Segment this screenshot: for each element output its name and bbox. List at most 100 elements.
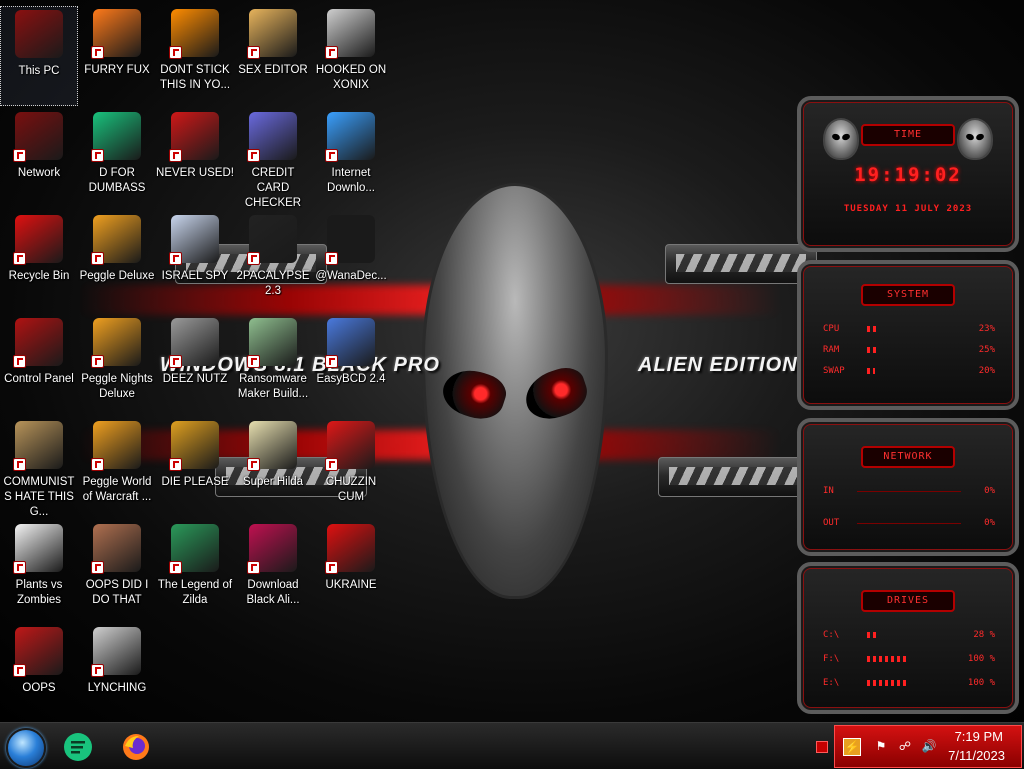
desktop-icon[interactable]: LYNCHING	[78, 624, 156, 724]
money-bag-icon	[13, 421, 63, 471]
desktop-icon[interactable]: DONT STICK THIS IN YO...	[156, 6, 234, 106]
desktop-icon[interactable]: D FOR DUMBASS	[78, 109, 156, 209]
volume-icon[interactable]: 🔊	[921, 738, 937, 754]
drives-row-value: 100 %	[967, 678, 995, 688]
network-gadget-title: NETWORK	[861, 446, 955, 468]
shortcut-arrow-icon	[247, 561, 260, 574]
desktop-icon-label: Plants vs Zombies	[15, 579, 63, 606]
drives-gadget[interactable]: DRIVES C:\ 28 % F:\ 100 % E:\ 100 %	[797, 562, 1019, 714]
desktop-icon-label: Internet Downlo...	[327, 167, 375, 194]
ransomware-icon	[247, 318, 297, 368]
desktop-icon-label: COMMUNISTS HATE THIS G...	[3, 476, 75, 518]
taskbar: ⚡ ⚑ ☍ 🔊 7:19 PM 7/11/2023	[0, 722, 1024, 769]
desktop-icon[interactable]: 2PACALYPSE 2.3	[234, 212, 312, 312]
download-globe-icon	[325, 112, 375, 162]
desktop-icon-label: 2PACALYPSE 2.3	[236, 270, 310, 297]
flag-icon[interactable]: ⚑	[873, 738, 889, 754]
credit-card-icon	[247, 112, 297, 162]
desktop-icon[interactable]: CREDIT CARD CHECKER	[234, 109, 312, 209]
shortcut-arrow-icon	[247, 46, 260, 59]
desktop-icon[interactable]: Control Panel	[0, 315, 78, 415]
desktop-icon[interactable]: FURRY FUX	[78, 6, 156, 106]
shortcut-arrow-icon	[91, 664, 104, 677]
drives-row-value: 100 %	[967, 654, 995, 664]
drives-row-label: C:\	[823, 630, 840, 640]
desktop-icon[interactable]: DIE PLEASE	[156, 418, 234, 518]
taskbar-clock-time[interactable]: 7:19 PM	[955, 729, 1003, 744]
drives-row: F:\ 100 %	[823, 652, 995, 666]
desktop-icon[interactable]: EasyBCD 2.4	[312, 315, 390, 415]
desktop-icon[interactable]: OOPS	[0, 624, 78, 724]
robot-icon	[91, 627, 141, 677]
shortcut-arrow-icon	[325, 252, 338, 265]
desktop-icon[interactable]: The Legend of Zilda	[156, 521, 234, 621]
desktop-icon-label: LYNCHING	[87, 682, 147, 694]
notification-indicator[interactable]	[816, 741, 828, 753]
taskbar-clock-date[interactable]: 7/11/2023	[948, 748, 1005, 763]
desktop-icon-label: @WanaDec...	[315, 270, 387, 282]
network-gadget[interactable]: NETWORK IN 0% OUT 0%	[797, 418, 1019, 556]
time-gadget[interactable]: TIME 19:19:02 TUESDAY 11 JULY 2023	[797, 96, 1019, 252]
shortcut-arrow-icon	[169, 355, 182, 368]
alien-orb-icon	[247, 524, 297, 574]
shortcut-arrow-icon	[325, 355, 338, 368]
desktop-icon[interactable]: Peggle Deluxe	[78, 212, 156, 312]
desktop-icon[interactable]: @WanaDec...	[312, 212, 390, 312]
stack-icon	[169, 318, 219, 368]
drives-usage-bar	[867, 680, 907, 686]
network-tray-icon[interactable]: ☍	[897, 738, 913, 754]
flower-icon	[13, 524, 63, 574]
desktop-icon-label: EasyBCD 2.4	[316, 373, 386, 385]
system-row-label: SWAP	[823, 366, 845, 376]
taskbar-document-app-button[interactable]	[62, 731, 94, 763]
taskbar-firefox-button[interactable]	[120, 731, 152, 763]
time-gadget-title: TIME	[861, 124, 955, 146]
shortcut-arrow-icon	[13, 355, 26, 368]
desktop-icon[interactable]: Peggle Nights Deluxe	[78, 315, 156, 415]
tray-app-icon[interactable]: ⚡	[843, 738, 861, 756]
desktop-icon[interactable]: HOOKED ON XONIX	[312, 6, 390, 106]
desktop-icon[interactable]: CHUZZIN CUM	[312, 418, 390, 518]
vlc-cone-icon	[169, 9, 219, 59]
desktop-icon[interactable]: Recycle Bin	[0, 212, 78, 312]
desktop-icon[interactable]: Ransomware Maker Build...	[234, 315, 312, 415]
desktop-icon-label: CREDIT CARD CHECKER	[244, 167, 302, 209]
shortcut-arrow-icon	[91, 149, 104, 162]
desktop-icon[interactable]: DEEZ NUTZ	[156, 315, 234, 415]
desktop-icon[interactable]: UKRAINE	[312, 521, 390, 621]
shortcut-arrow-icon	[91, 561, 104, 574]
desktop-icon-label: OOPS DID I DO THAT	[85, 579, 149, 606]
desktop-icon-label: Peggle Nights Deluxe	[81, 373, 153, 400]
shortcut-arrow-icon	[325, 149, 338, 162]
desktop-icon-label: CHUZZIN CUM	[325, 476, 377, 503]
desktop-icon-label: FURRY FUX	[84, 64, 150, 76]
drives-row-label: F:\	[823, 654, 840, 664]
desktop-icon[interactable]: NEVER USED!	[156, 109, 234, 209]
shortcut-arrow-icon	[169, 458, 182, 471]
system-gadget[interactable]: SYSTEM CPU 23% RAM 25% SWAP 20%	[797, 260, 1019, 410]
system-usage-bar	[867, 326, 876, 332]
desktop-icon[interactable]: This PC	[0, 6, 78, 106]
desktop-icon[interactable]: COMMUNISTS HATE THIS G...	[0, 418, 78, 518]
desktop-icon[interactable]: ISRAEL SPY	[156, 212, 234, 312]
shortcut-arrow-icon	[169, 561, 182, 574]
desktop-icon[interactable]: Download Black Ali...	[234, 521, 312, 621]
hxd-icon	[247, 9, 297, 59]
start-orb-icon[interactable]	[6, 728, 46, 768]
desktop-icon[interactable]: Network	[0, 109, 78, 209]
network-traffic-line	[857, 491, 961, 492]
alien-laptop-icon	[13, 627, 63, 677]
shortcut-arrow-icon	[325, 458, 338, 471]
desktop-icon-label: DONT STICK THIS IN YO...	[159, 64, 231, 91]
desktop-icon-label: The Legend of Zilda	[157, 579, 233, 606]
chuzzle-icon	[325, 421, 375, 471]
desktop-icon[interactable]: Peggle World of Warcraft ...	[78, 418, 156, 518]
desktop-icon[interactable]: Super Hilda	[234, 418, 312, 518]
alien-badge-icon	[957, 118, 993, 160]
desktop-icon[interactable]: Plants vs Zombies	[0, 521, 78, 621]
desktop-icon[interactable]: OOPS DID I DO THAT	[78, 521, 156, 621]
shortcut-arrow-icon	[13, 664, 26, 677]
desktop-icon[interactable]: SEX EDITOR	[234, 6, 312, 106]
desktop-icon[interactable]: Internet Downlo...	[312, 109, 390, 209]
shortcut-arrow-icon	[325, 46, 338, 59]
